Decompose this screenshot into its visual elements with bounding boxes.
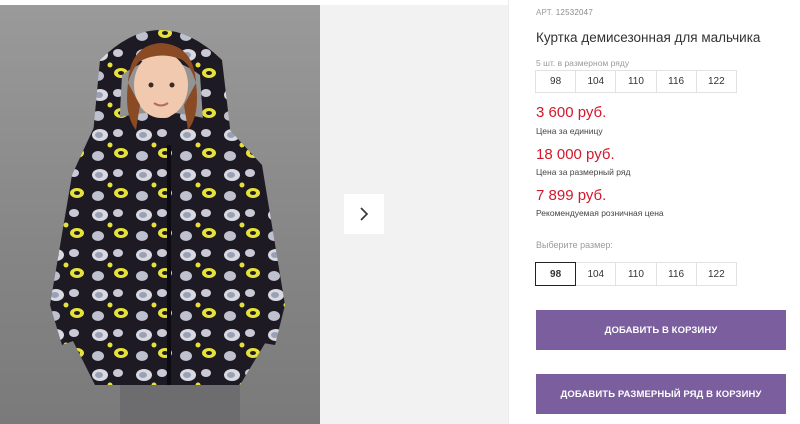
gallery-next-button[interactable] xyxy=(344,194,384,234)
product-photo[interactable] xyxy=(0,5,320,424)
article-value: 12532047 xyxy=(555,8,593,17)
unit-price-note: Цена за единицу xyxy=(536,126,603,136)
add-pack-to-cart-button[interactable]: ДОБАВИТЬ РАЗМЕРНЫЙ РЯД В КОРЗИНУ xyxy=(536,374,786,414)
pack-size-item: 122 xyxy=(695,70,737,93)
size-select-label: Выберите размер: xyxy=(536,240,613,250)
pack-size-item: 104 xyxy=(575,70,617,93)
pack-size-item: 98 xyxy=(535,70,577,93)
size-selector: 98 104 110 116 122 xyxy=(535,262,737,286)
size-option[interactable]: 104 xyxy=(575,262,617,286)
retail-price: 7 899 руб. xyxy=(536,187,607,204)
column-divider xyxy=(508,0,509,424)
size-option-selected[interactable]: 98 xyxy=(535,262,577,286)
size-option[interactable]: 116 xyxy=(655,262,697,286)
article-label: АРТ. xyxy=(536,8,554,17)
size-option[interactable]: 122 xyxy=(695,262,737,286)
unit-price: 3 600 руб. xyxy=(536,104,607,121)
add-to-cart-button[interactable]: ДОБАВИТЬ В КОРЗИНУ xyxy=(536,310,786,350)
product-title: Куртка демисезонная для мальчика xyxy=(536,30,761,45)
pack-size-label: 5 шт. в размерном ряду xyxy=(536,58,630,68)
pack-price-note: Цена за размерный ряд xyxy=(536,167,631,177)
chevron-right-icon xyxy=(360,207,369,221)
product-photo-illustration xyxy=(50,30,285,424)
pack-price: 18 000 руб. xyxy=(536,146,615,163)
product-gallery xyxy=(0,0,508,424)
pack-size-item: 116 xyxy=(655,70,697,93)
size-option[interactable]: 110 xyxy=(615,262,657,286)
pack-sizes-list: 98 104 110 116 122 xyxy=(535,70,737,93)
pack-size-item: 110 xyxy=(615,70,657,93)
article-number: АРТ. 12532047 xyxy=(536,8,593,17)
retail-price-note: Рекомендуемая розничная цена xyxy=(536,208,664,218)
